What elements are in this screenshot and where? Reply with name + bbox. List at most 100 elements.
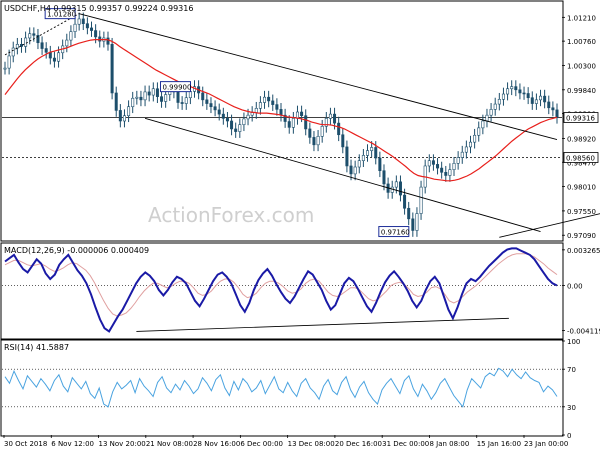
price-candle	[448, 169, 452, 176]
price-candle	[398, 181, 402, 196]
price-candle	[328, 113, 332, 119]
price-candle	[52, 57, 56, 62]
price-candle	[489, 109, 493, 116]
price-candle	[275, 104, 279, 110]
price-candle	[407, 207, 411, 220]
price-candle	[81, 18, 85, 24]
price-candle	[217, 109, 221, 115]
x-tick-label: 23 Jan 00:00	[524, 440, 568, 448]
price-candle	[135, 96, 139, 99]
price-y-tick-label: 0.98920	[567, 135, 596, 143]
price-candle	[267, 96, 271, 102]
price-candle	[234, 128, 238, 132]
price-candle	[122, 115, 126, 122]
x-tick-label: 13 Nov 20:00	[99, 440, 146, 448]
macd-panel-title: MACD(12,26,9) -0.000006 0.000409	[4, 246, 149, 255]
price-candle	[279, 109, 283, 116]
price-candle	[419, 186, 423, 214]
price-y-tick-label: 1.00760	[567, 38, 596, 46]
price-candle	[7, 55, 11, 69]
price-candle	[90, 27, 94, 31]
price-candle	[57, 52, 61, 62]
price-candle	[415, 213, 419, 231]
price-candle	[65, 39, 69, 47]
price-candle	[526, 93, 530, 99]
price-candle	[73, 23, 77, 32]
price-candle	[452, 163, 456, 170]
price-candle	[258, 102, 262, 109]
x-tick-label: 20 Dec 16:00	[335, 440, 382, 448]
price-candle	[518, 89, 522, 94]
annotation-label: 0.97160	[381, 229, 410, 237]
price-candle	[353, 166, 357, 175]
price-candle	[24, 37, 28, 47]
price-y-tick-label: 0.98010	[567, 184, 596, 192]
price-candle	[366, 150, 370, 156]
price-candle	[493, 103, 497, 110]
price-candle	[431, 160, 435, 165]
price-candle	[271, 100, 275, 105]
price-candle	[530, 97, 534, 104]
macd-y-tick-label: 0.003265	[567, 247, 600, 255]
x-tick-label: 15 Jan 16:00	[477, 440, 521, 448]
price-candle	[221, 113, 225, 119]
price-candle	[242, 118, 246, 126]
rsi-panel-title: RSI(14) 41.5887	[4, 343, 69, 352]
price-candle	[28, 33, 32, 39]
rsi-y-tick-label: 0	[567, 432, 571, 440]
x-tick-label: 6 Dec 00:00	[240, 440, 283, 448]
price-panel-title: USDCHF,H4 0.99315 0.99357 0.99224 0.9931…	[4, 4, 193, 13]
x-tick-label: 6 Nov 12:00	[51, 440, 94, 448]
price-candle	[225, 118, 229, 122]
price-candle	[69, 31, 73, 41]
x-tick-label: 31 Dec 00:00	[382, 440, 429, 448]
price-candle	[147, 91, 151, 96]
price-candle	[155, 88, 159, 97]
macd-y-tick-label: -0.004119	[567, 328, 600, 336]
x-tick-label: 8 Jan 08:00	[429, 440, 469, 448]
price-candle	[497, 99, 501, 105]
price-y-tick-label: 1.00300	[567, 62, 596, 70]
price-candle	[3, 67, 7, 70]
macd-y-tick-label: 0.00	[567, 283, 583, 291]
price-candle	[485, 114, 489, 122]
price-candle	[164, 94, 168, 102]
price-candle	[436, 164, 440, 169]
price-candle	[378, 157, 382, 172]
price-candle	[246, 114, 250, 120]
price-candle	[464, 146, 468, 153]
price-candle	[460, 151, 464, 158]
price-candle	[11, 47, 15, 57]
usdchf-chart: ActionForex.com 1.012800.999000.97160 1.…	[0, 0, 600, 448]
annotation-label: 0.99900	[162, 84, 191, 92]
rsi-y-tick-label: 70	[567, 366, 576, 374]
price-candle	[320, 125, 324, 137]
price-candle	[539, 95, 543, 101]
price-candle	[522, 92, 526, 95]
price-candle	[205, 99, 209, 104]
x-tick-label: 28 Nov 16:00	[193, 440, 240, 448]
price-candle	[127, 106, 131, 117]
price-candle	[543, 95, 547, 103]
price-label-text: 0.98560	[566, 154, 595, 162]
price-label-text: 0.99316	[566, 115, 595, 123]
price-candle	[382, 170, 386, 185]
price-candle	[106, 37, 110, 45]
price-candle	[230, 120, 234, 130]
price-candle	[357, 160, 361, 168]
price-candle	[160, 96, 164, 102]
price-candle	[32, 33, 36, 36]
price-candle	[440, 167, 444, 173]
price-candle	[291, 118, 295, 128]
price-candle	[456, 157, 460, 164]
price-candle	[394, 181, 398, 188]
price-candle	[477, 127, 481, 136]
price-candle	[300, 111, 304, 117]
price-candle	[547, 101, 551, 109]
price-candle	[110, 44, 114, 94]
price-candle	[131, 97, 135, 108]
price-y-tick-label: 0.99840	[567, 87, 596, 95]
price-candle	[304, 115, 308, 130]
price-candle	[312, 137, 316, 146]
watermark-text: ActionForex.com	[148, 203, 314, 227]
